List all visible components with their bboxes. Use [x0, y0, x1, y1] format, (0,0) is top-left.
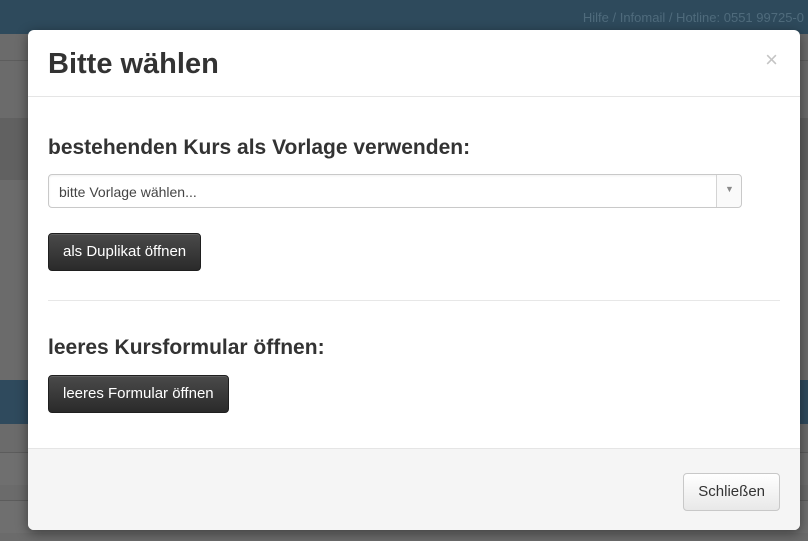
dialog-header: Bitte wählen ×	[28, 30, 800, 97]
template-select[interactable]: bitte Vorlage wählen... ▼	[48, 174, 742, 208]
template-select-value: bitte Vorlage wählen...	[59, 184, 197, 200]
close-icon[interactable]: ×	[765, 49, 778, 71]
dialog-title: Bitte wählen	[48, 48, 219, 80]
template-section-heading: bestehenden Kurs als Vorlage verwenden:	[48, 136, 471, 159]
chevron-down-icon: ▼	[725, 184, 734, 194]
section-divider	[48, 300, 780, 301]
open-duplicate-button[interactable]: als Duplikat öffnen	[48, 233, 202, 271]
dialog-footer: Schließen	[28, 448, 800, 530]
background-topbar: Hilfe / Infomail / Hotline: 0551 99725-0	[0, 0, 808, 34]
close-button[interactable]: Schließen	[683, 473, 780, 511]
choose-dialog: Bitte wählen × bestehenden Kurs als Vorl…	[28, 30, 800, 530]
select-toggle[interactable]: ▼	[716, 175, 741, 207]
open-empty-form-button[interactable]: leeres Formular öffnen	[48, 375, 229, 413]
hotline-text: Hilfe / Infomail / Hotline: 0551 99725-0	[582, 10, 804, 25]
empty-section-heading: leeres Kursformular öffnen:	[48, 336, 325, 359]
